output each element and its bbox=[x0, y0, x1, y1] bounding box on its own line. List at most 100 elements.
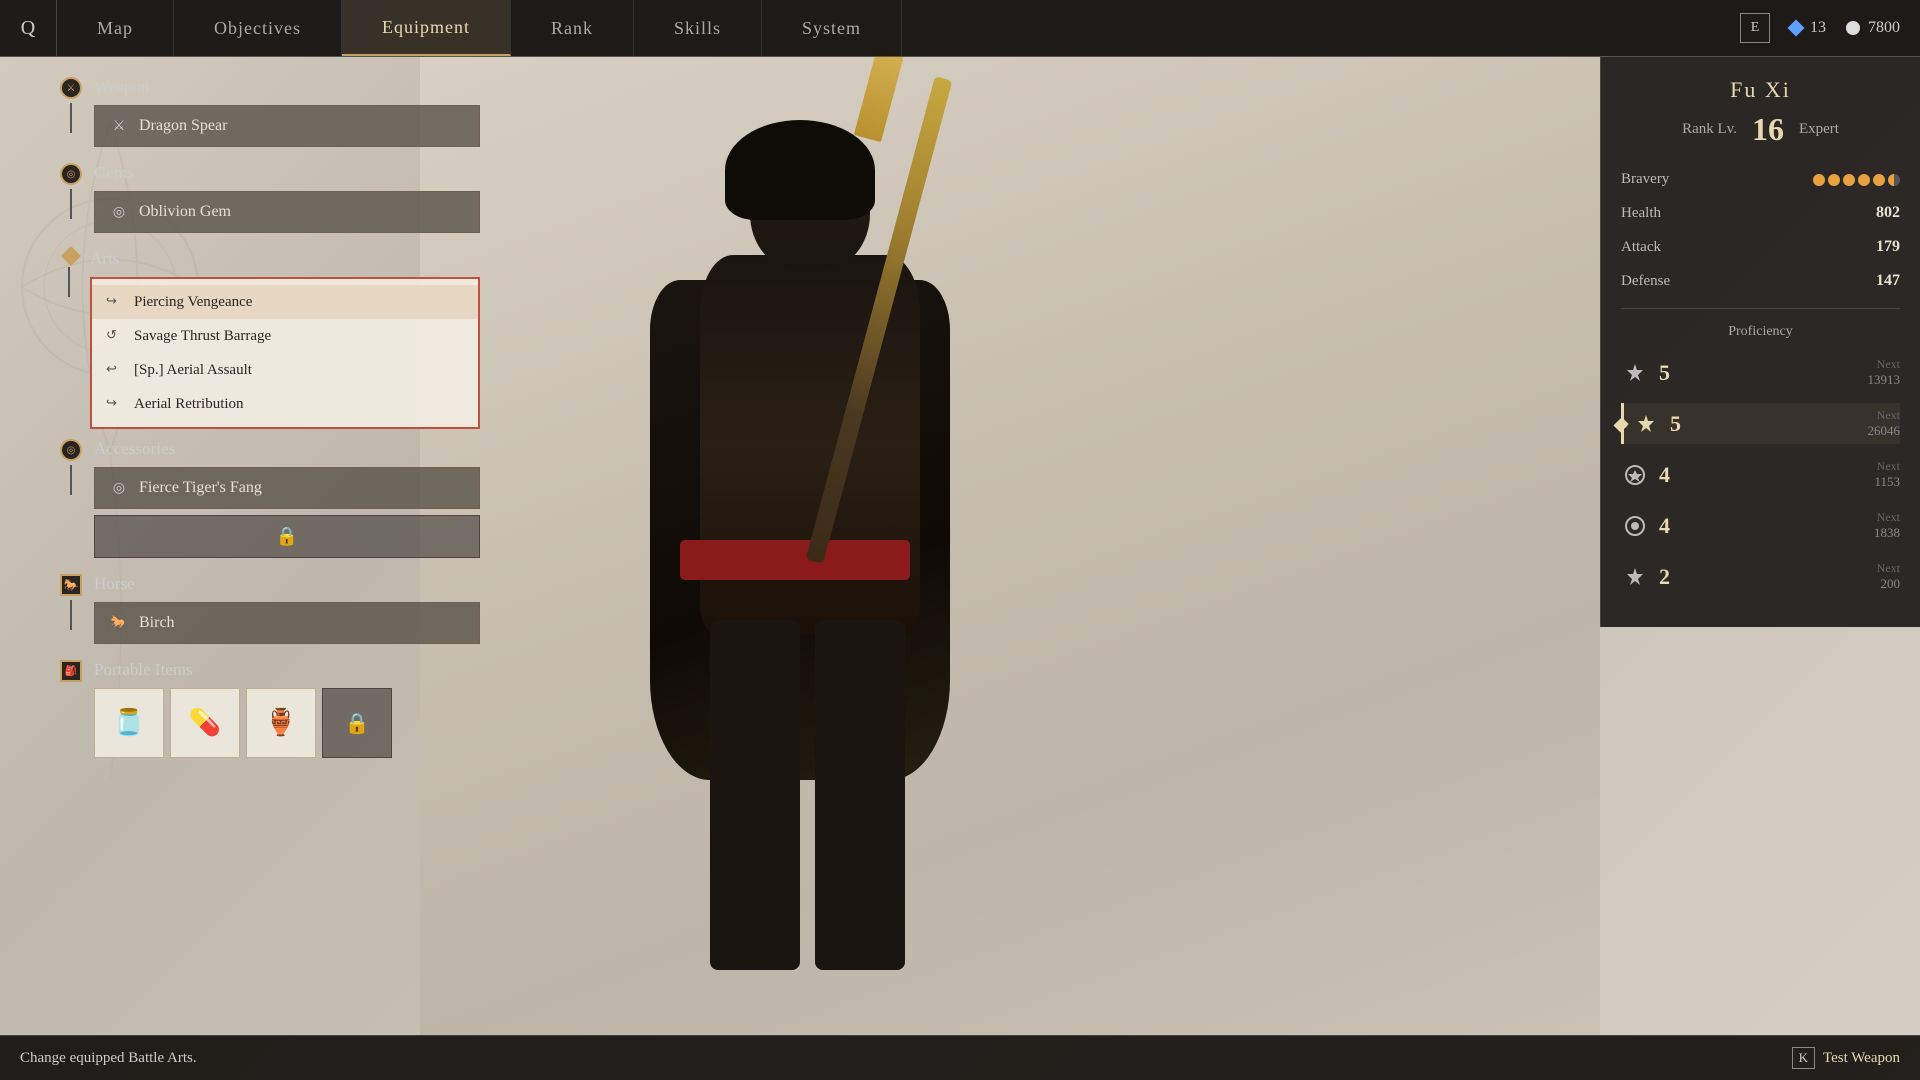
prof-next-label-2: Next bbox=[1874, 459, 1900, 474]
arts-item-3[interactable]: ↪ Aerial Retribution bbox=[92, 387, 478, 421]
prof-next-2: Next 1153 bbox=[1874, 459, 1900, 490]
nav-right-area: E 13 7800 bbox=[1720, 0, 1920, 56]
portable-item-3-locked: 🔒 bbox=[322, 688, 392, 758]
gems-slot[interactable]: ◎ Oblivion Gem bbox=[94, 191, 480, 233]
test-weapon-key: K bbox=[1792, 1047, 1815, 1069]
rank-label: Rank Lv. bbox=[1682, 121, 1737, 138]
prof-next-label-3: Next bbox=[1874, 510, 1900, 525]
currency-diamond-display: 13 bbox=[1790, 19, 1826, 37]
gems-label: Gems bbox=[94, 163, 480, 183]
accessories-connector-line bbox=[70, 465, 72, 495]
health-stat-value: 802 bbox=[1876, 204, 1900, 222]
horse-slot[interactable]: 🐎 Birch bbox=[94, 602, 480, 644]
prof-next-label-0: Next bbox=[1868, 357, 1901, 372]
test-weapon-label: Test Weapon bbox=[1823, 1050, 1900, 1067]
prof-level-1: 5 bbox=[1670, 411, 1700, 437]
portable-item-0[interactable]: 🫙 bbox=[94, 688, 164, 758]
defense-stat-value: 147 bbox=[1876, 272, 1900, 290]
tab-equipment[interactable]: Equipment bbox=[342, 0, 511, 56]
horse-section: 🐎 Horse 🐎 Birch bbox=[60, 574, 480, 650]
prof-next-value-1: 26046 bbox=[1868, 423, 1901, 439]
arts-item-0-icon: ↪ bbox=[106, 293, 124, 311]
prof-level-2: 4 bbox=[1659, 462, 1689, 488]
prof-level-0: 5 bbox=[1659, 360, 1689, 386]
tab-map[interactable]: Map bbox=[57, 0, 174, 56]
arts-connector-line bbox=[68, 267, 70, 297]
prof-next-4: Next 200 bbox=[1877, 561, 1900, 592]
gems-name: Oblivion Gem bbox=[139, 203, 231, 221]
gems-connector-line bbox=[70, 189, 72, 219]
portable-items-content: Portable Items 🫙 💊 🏺 🔒 bbox=[94, 660, 480, 758]
portable-items-label: Portable Items bbox=[94, 660, 480, 680]
prof-icon-3 bbox=[1621, 512, 1649, 540]
prof-next-3: Next 1838 bbox=[1874, 510, 1900, 541]
prof-level-3: 4 bbox=[1659, 513, 1689, 539]
tab-skills[interactable]: Skills bbox=[634, 0, 762, 56]
arts-item-0[interactable]: ↪ Piercing Vengeance bbox=[92, 285, 478, 319]
diamond-icon bbox=[1788, 20, 1805, 37]
weapon-label: Weapon bbox=[94, 77, 480, 97]
arts-item-3-label: Aerial Retribution bbox=[134, 396, 244, 413]
arts-label: Arts bbox=[90, 249, 480, 269]
top-navigation: Q Map Objectives Equipment Rank Skills S… bbox=[0, 0, 1920, 57]
weapon-section-icon: ⚔ bbox=[60, 77, 82, 99]
proficiency-row-1: 5 Next 26046 bbox=[1621, 403, 1900, 444]
arts-item-1-label: Savage Thrust Barrage bbox=[134, 328, 271, 345]
status-text: Change equipped Battle Arts. bbox=[20, 1050, 197, 1067]
portable-item-1[interactable]: 💊 bbox=[170, 688, 240, 758]
arts-section: Arts ↪ Piercing Vengeance ↺ Savage Thrus… bbox=[60, 249, 480, 429]
bravery-dot-5 bbox=[1873, 174, 1885, 186]
portable-item-0-icon: 🫙 bbox=[113, 708, 145, 738]
gems-content: Gems ◎ Oblivion Gem bbox=[94, 163, 480, 239]
prof-level-4: 2 bbox=[1659, 564, 1689, 590]
accessories-section: ◎ Accessories ◎ Fierce Tiger's Fang 🔒 bbox=[60, 439, 480, 564]
horse-slot-icon: 🐎 bbox=[109, 613, 129, 633]
portable-items-section: 🎒 Portable Items 🫙 💊 🏺 🔒 bbox=[60, 660, 480, 758]
prof-next-value-2: 1153 bbox=[1874, 474, 1900, 490]
health-stat-name: Health bbox=[1621, 205, 1661, 222]
gold-icon bbox=[1846, 21, 1860, 35]
prof-icon-1 bbox=[1632, 410, 1660, 438]
attack-stat-value: 179 bbox=[1876, 238, 1900, 256]
arts-item-2-icon: ↩ bbox=[106, 361, 124, 379]
menu-logo[interactable]: Q bbox=[0, 0, 57, 56]
attack-stat-row: Attack 179 bbox=[1621, 235, 1900, 259]
accessories-slot-1[interactable]: ◎ Fierce Tiger's Fang bbox=[94, 467, 480, 509]
diamond-value: 13 bbox=[1810, 19, 1826, 37]
nav-tabs: Map Objectives Equipment Rank Skills Sys… bbox=[57, 0, 1720, 56]
accessories-slot-2-locked: 🔒 bbox=[94, 515, 480, 558]
test-weapon-button[interactable]: K Test Weapon bbox=[1792, 1047, 1900, 1069]
proficiency-row-3: 4 Next 1838 bbox=[1621, 505, 1900, 546]
arts-dropdown: ↪ Piercing Vengeance ↺ Savage Thrust Bar… bbox=[90, 277, 480, 429]
prof-icon-0 bbox=[1621, 359, 1649, 387]
defense-stat-name: Defense bbox=[1621, 273, 1670, 290]
arts-section-icon bbox=[61, 246, 81, 266]
gems-slot-icon: ◎ bbox=[109, 202, 129, 222]
bravery-stat-name: Bravery bbox=[1621, 171, 1669, 188]
arts-content: Arts ↪ Piercing Vengeance ↺ Savage Thrus… bbox=[90, 249, 480, 429]
tab-objectives[interactable]: Objectives bbox=[174, 0, 342, 56]
rank-row: Rank Lv. 16 Expert bbox=[1621, 111, 1900, 148]
bravery-dot-1 bbox=[1813, 174, 1825, 186]
proficiency-row-2: 4 Next 1153 bbox=[1621, 454, 1900, 495]
tab-rank[interactable]: Rank bbox=[511, 0, 634, 56]
rank-tier: Expert bbox=[1799, 121, 1839, 138]
character-backdrop bbox=[420, 57, 1600, 1035]
weapon-slot[interactable]: ⚔ Dragon Spear bbox=[94, 105, 480, 147]
bravery-dot-4 bbox=[1858, 174, 1870, 186]
rank-level: 16 bbox=[1752, 111, 1784, 148]
prof-next-0: Next 13913 bbox=[1868, 357, 1901, 388]
horse-label: Horse bbox=[94, 574, 480, 594]
defense-stat-row: Defense 147 bbox=[1621, 269, 1900, 293]
arts-item-2[interactable]: ↩ [Sp.] Aerial Assault bbox=[92, 353, 478, 387]
prof-next-value-3: 1838 bbox=[1874, 525, 1900, 541]
character-name: Fu Xi bbox=[1621, 77, 1900, 103]
tab-system[interactable]: System bbox=[762, 0, 902, 56]
weapon-content: Weapon ⚔ Dragon Spear bbox=[94, 77, 480, 153]
portable-item-2[interactable]: 🏺 bbox=[246, 688, 316, 758]
horse-content: Horse 🐎 Birch bbox=[94, 574, 480, 650]
arts-item-1[interactable]: ↺ Savage Thrust Barrage bbox=[92, 319, 478, 353]
portable-item-1-icon: 💊 bbox=[189, 708, 221, 738]
accessories-label: Accessories bbox=[94, 439, 480, 459]
horse-section-icon: 🐎 bbox=[60, 574, 82, 596]
